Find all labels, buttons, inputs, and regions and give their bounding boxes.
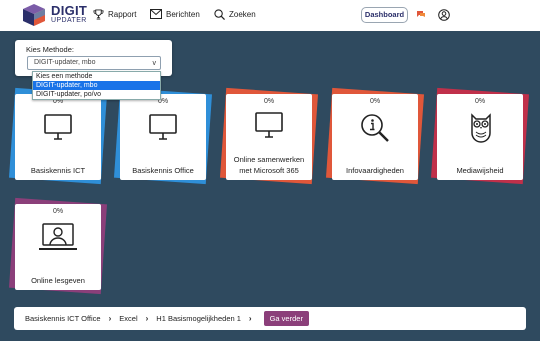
method-select-value: DIGIT-updater, mbo <box>34 59 96 66</box>
tile-card: 0% Online lesgeven <box>15 204 101 290</box>
module-tile-online-lesgeven[interactable]: 0% Online lesgeven <box>8 197 108 295</box>
module-tile-mediawijsheid[interactable]: 0% Mediawijsheid <box>430 87 530 185</box>
module-tile-online-samenwerken[interactable]: 0% Online samenwerken met Microsoft 365 <box>219 87 319 185</box>
brand-subtitle: UPDATER <box>51 17 87 24</box>
progress-breadcrumb: Basiskennis ICT Office › Excel › H1 Basi… <box>14 307 526 330</box>
owl-icon <box>471 113 491 143</box>
chevron-right-icon: › <box>248 314 252 323</box>
tile-label: Basiskennis Office <box>132 166 194 175</box>
chevron-right-icon: › <box>108 314 112 323</box>
tile-card: 0% Online samenwerken met Microsoft 365 <box>226 94 312 180</box>
monitor-icon <box>149 114 177 140</box>
tile-label: Online lesgeven <box>31 276 85 285</box>
dropdown-option-selected[interactable]: DIGIT-updater, mbo <box>33 81 160 90</box>
info-search-icon <box>361 114 389 142</box>
laptop-user-icon <box>39 223 77 250</box>
dropdown-option[interactable]: DIGIT-updater, po/vo <box>33 90 160 99</box>
chevron-down-icon: v <box>152 60 157 67</box>
tile-card: 0% Mediawijsheid <box>437 94 523 180</box>
top-navigation-bar: DIGIT UPDATER Rapport Berichten Zoeken D… <box>0 0 540 31</box>
breadcrumb-item[interactable]: H1 Basismogelijkheden 1 <box>156 314 241 323</box>
tile-label: Mediawijsheid <box>456 166 504 175</box>
breadcrumb-item[interactable]: Basiskennis ICT Office <box>25 314 101 323</box>
monitor-icon <box>44 114 72 140</box>
module-tile-basiskennis-office[interactable]: 0% Basiskennis Office <box>113 87 213 185</box>
nav-rapport[interactable]: Rapport <box>93 9 136 20</box>
module-tile-infovaardigheden[interactable]: 0% Infovaardigheden <box>325 87 425 185</box>
nav-berichten-label: Berichten <box>166 9 200 19</box>
search-icon <box>214 9 225 20</box>
breadcrumb-item[interactable]: Excel <box>119 314 137 323</box>
continue-button[interactable]: Ga verder <box>263 311 309 326</box>
tile-progress: 0% <box>474 98 486 105</box>
nav-berichten[interactable]: Berichten <box>150 9 200 19</box>
user-account-icon[interactable] <box>438 9 450 21</box>
digit-logo-icon[interactable] <box>22 3 46 27</box>
brand[interactable]: DIGIT UPDATER <box>51 4 87 25</box>
dropdown-option[interactable]: Kies een methode <box>33 72 160 81</box>
nav-zoeken[interactable]: Zoeken <box>214 9 256 20</box>
module-tile-basiskennis-ict[interactable]: 0% Basiskennis ICT <box>8 87 108 185</box>
brand-name: DIGIT <box>51 3 88 18</box>
tile-progress: 0% <box>263 98 275 105</box>
tile-progress: 0% <box>52 208 64 215</box>
nav-zoeken-label: Zoeken <box>229 10 256 19</box>
trophy-icon <box>93 9 104 20</box>
tile-card: 0% Basiskennis Office <box>120 94 206 180</box>
method-select[interactable]: DIGIT-updater, mbo v <box>27 56 161 70</box>
method-dropdown-list: Kies een methode DIGIT-updater, mbo DIGI… <box>32 71 161 100</box>
tile-label: Infovaardigheden <box>346 166 404 175</box>
tile-label: Online samenwerken met Microsoft 365 <box>233 155 305 175</box>
chat-icon[interactable] <box>416 10 426 19</box>
tile-card: 0% Infovaardigheden <box>332 94 418 180</box>
monitor-icon <box>255 112 283 138</box>
tile-progress: 0% <box>369 98 381 105</box>
tile-card: 0% Basiskennis ICT <box>15 94 101 180</box>
method-label: Kies Methode: <box>26 45 74 54</box>
tile-label: Basiskennis ICT <box>30 166 86 175</box>
dashboard-button[interactable]: Dashboard <box>361 7 408 23</box>
nav-rapport-label: Rapport <box>108 10 137 19</box>
envelope-icon <box>150 9 162 19</box>
chevron-right-icon: › <box>145 314 149 323</box>
